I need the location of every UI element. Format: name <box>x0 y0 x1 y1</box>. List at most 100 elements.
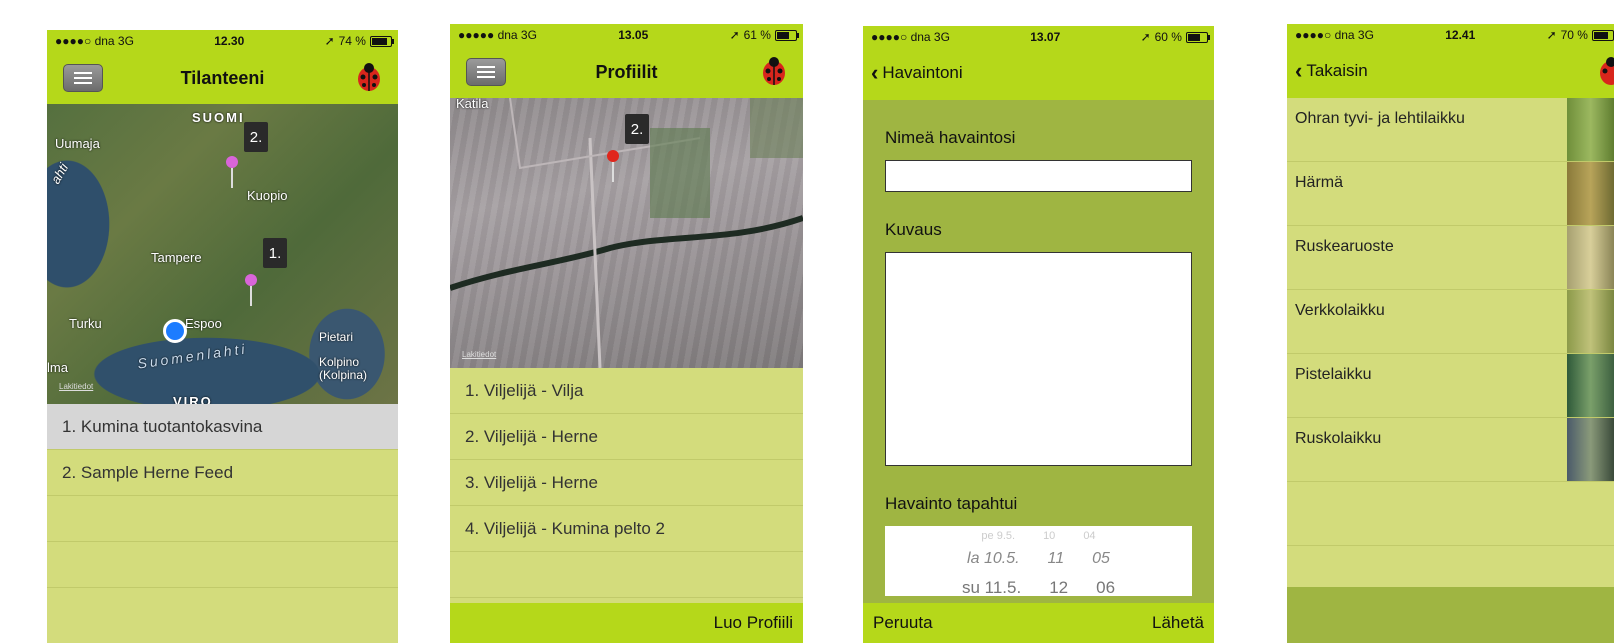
create-profile-button[interactable]: Luo Profiili <box>714 613 793 633</box>
clock: 12.41 <box>1445 28 1476 42</box>
list-item[interactable]: 1. Viljelijä - Vilja <box>450 368 803 414</box>
map-label-kolpino: Kolpino (Kolpina) <box>319 355 368 382</box>
carrier: ●●●●○ dna 3G <box>871 30 950 44</box>
situation-list: 1. Kumina tuotantokasvina 2. Sample Hern… <box>47 404 398 588</box>
screen-tilanteeni: ●●●●○ dna 3G 12.30 ➚ 74 % Tilanteeni SUO… <box>47 30 398 643</box>
disease-thumbnail <box>1567 354 1614 417</box>
map-pin-icon[interactable] <box>226 156 238 188</box>
disease-name: Pistelaikku <box>1295 366 1372 383</box>
clock: 13.07 <box>1030 30 1061 44</box>
carrier: ●●●●○ dna 3G <box>1295 28 1374 42</box>
pin-badge-2[interactable]: 2. <box>625 114 649 144</box>
status-right: ➚ 60 % <box>1141 30 1210 44</box>
name-field[interactable] <box>885 160 1192 192</box>
carrier: ●●●●○ dna 3G <box>55 34 134 48</box>
status-bar: ●●●●● dna 3G 13.05 ➚ 61 % <box>450 24 803 46</box>
status-bar: ●●●●○ dna 3G 12.30 ➚ 74 % <box>47 30 398 52</box>
screen-havainto: ●●●●○ dna 3G 13.07 ➚ 60 % ‹ Havaintoni N… <box>863 26 1214 643</box>
location-icon: ➚ <box>1546 28 1557 42</box>
description-field[interactable] <box>885 252 1192 466</box>
picker-minute: 05 <box>1092 550 1110 567</box>
map-label-suomenlahti: Suomenlahti <box>136 340 249 372</box>
legal-link[interactable]: Lakitiedot <box>59 382 93 391</box>
cancel-button[interactable]: Peruuta <box>873 613 933 633</box>
bottom-bar: Luo Profiili <box>450 603 803 643</box>
pin-badge-1[interactable]: 1. <box>263 238 287 268</box>
list-item[interactable]: Ruskolaikku <box>1287 418 1614 482</box>
ladybug-icon <box>358 63 380 91</box>
chevron-left-icon: ‹ <box>871 60 879 85</box>
picker-minute: 04 <box>1083 530 1096 542</box>
picker-row: pe 9.5. 10 04 <box>885 530 1192 542</box>
list-item <box>450 552 803 598</box>
name-label: Nimeä havaintosi <box>885 128 1016 147</box>
disease-thumbnail <box>1567 226 1614 289</box>
battery-percent: 61 % <box>743 28 771 42</box>
picker-hour: 12 <box>1049 578 1069 596</box>
legal-link[interactable]: Lakitiedot <box>462 350 496 359</box>
disease-name: Verkkolaikku <box>1295 302 1385 319</box>
disease-list: Ohran tyvi- ja lehtilaikku Härmä Ruskear… <box>1287 98 1614 546</box>
disease-name: Ohran tyvi- ja lehtilaikku <box>1295 110 1465 127</box>
map-label-uumaja: Uumaja <box>55 136 100 151</box>
list-item[interactable]: Verkkolaikku <box>1287 290 1614 354</box>
map-label-espoo: Espoo <box>185 316 222 331</box>
bottom-bar <box>1287 587 1614 643</box>
menu-button[interactable] <box>63 64 103 92</box>
list-item[interactable]: 2. Sample Herne Feed <box>47 450 398 496</box>
page-title: Profiilit <box>595 61 658 82</box>
list-item[interactable]: Ruskearuoste <box>1287 226 1614 290</box>
nav-bar: ‹ Havaintoni <box>863 48 1214 100</box>
chevron-left-icon: ‹ <box>1295 58 1303 83</box>
list-item[interactable]: 2. Viljelijä - Herne <box>450 414 803 460</box>
date-time-picker[interactable]: pe 9.5. 10 04 la 10.5. 11 05 su 11.5. 12… <box>885 526 1192 596</box>
nav-bar: Profiilit <box>450 46 803 98</box>
disease-thumbnail <box>1567 418 1614 481</box>
map-label-elma: lma <box>47 360 68 375</box>
disease-name: Härmä <box>1295 174 1344 191</box>
nav-bar: Tilanteeni <box>47 52 398 104</box>
screen-profiilit: ●●●●● dna 3G 13.05 ➚ 61 % Profiilit Kati… <box>450 24 803 643</box>
map-pin-icon[interactable] <box>245 274 257 306</box>
map-label-pietari: Pietari <box>319 330 354 344</box>
ladybug-icon <box>1600 57 1614 85</box>
disease-thumbnail <box>1567 290 1614 353</box>
battery-percent: 74 % <box>338 34 366 48</box>
disease-thumbnail <box>1567 98 1614 161</box>
map-pin-icon[interactable] <box>607 150 619 182</box>
pin-badge-2[interactable]: 2. <box>244 122 268 152</box>
map-view[interactable]: Katila 2. Lakitiedot <box>450 98 803 368</box>
list-item[interactable]: Pistelaikku <box>1287 354 1614 418</box>
status-bar: ●●●●○ dna 3G 12.41 ➚ 70 % <box>1287 24 1614 46</box>
back-button[interactable]: ‹ Takaisin <box>1295 60 1368 82</box>
menu-button[interactable] <box>466 58 506 86</box>
clock: 13.05 <box>618 28 649 42</box>
disease-thumbnail <box>1567 162 1614 225</box>
status-right: ➚ 74 % <box>325 34 394 48</box>
map-label-viro: VIRO <box>173 394 213 404</box>
list-item[interactable]: 3. Viljelijä - Herne <box>450 460 803 506</box>
back-button[interactable]: ‹ Havaintoni <box>871 62 963 84</box>
list-item[interactable]: Härmä <box>1287 162 1614 226</box>
picker-day: pe 9.5. <box>981 530 1016 542</box>
list-item[interactable]: Ohran tyvi- ja lehtilaikku <box>1287 98 1614 162</box>
description-label: Kuvaus <box>885 220 942 239</box>
list-item <box>47 496 398 542</box>
status-right: ➚ 61 % <box>730 28 799 42</box>
picker-day: la 10.5. <box>967 550 1020 567</box>
bottom-bar: Peruuta Lähetä <box>863 603 1214 643</box>
carrier: ●●●●● dna 3G <box>458 28 537 42</box>
list-item[interactable]: 4. Viljelijä - Kumina pelto 2 <box>450 506 803 552</box>
nav-bar: ‹ Takaisin <box>1287 46 1614 98</box>
battery-icon <box>369 35 394 47</box>
send-button[interactable]: Lähetä <box>1152 613 1204 633</box>
back-label: Havaintoni <box>882 63 963 82</box>
observation-form: Nimeä havaintosi Kuvaus Havainto tapahtu… <box>863 100 1214 603</box>
list-item[interactable]: 1. Kumina tuotantokasvina <box>47 404 398 450</box>
battery-percent: 60 % <box>1154 30 1182 44</box>
battery-icon <box>1185 31 1210 43</box>
disease-name: Ruskolaikku <box>1295 430 1382 447</box>
picker-row: la 10.5. 11 05 <box>885 550 1192 568</box>
battery-percent: 70 % <box>1560 28 1588 42</box>
map-view[interactable]: SUOMI Uumaja ahti Kuopio Tampere Turku E… <box>47 104 398 404</box>
